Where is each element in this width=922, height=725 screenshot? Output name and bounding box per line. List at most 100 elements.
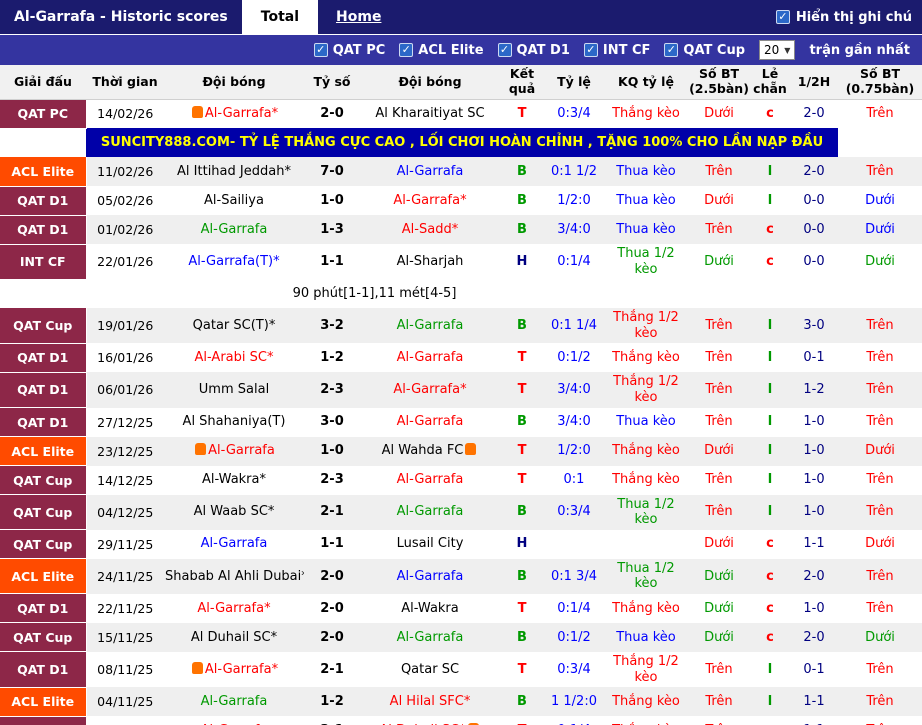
handicap-result	[604, 530, 688, 559]
match-row[interactable]: QAT D1 22/11/25 Al-Garrafa* 2-0 Al-Wakra T 0:1…	[0, 593, 922, 624]
home-team[interactable]: Al Shahaniya(T)	[164, 408, 304, 437]
away-team[interactable]: Al-Wakra	[360, 594, 500, 623]
over-under-2-5: Trên	[688, 716, 750, 725]
away-team[interactable]: Al-Garrafa	[360, 408, 500, 437]
home-team[interactable]: Shabab Al Ahli Dubai*	[164, 559, 304, 594]
home-team[interactable]: Al Duhail SC*	[164, 623, 304, 652]
home-team[interactable]: Al-Garrafa(T)*	[164, 244, 304, 279]
match-row[interactable]: QAT D1 16/01/26 Al-Arabi SC* 1-2 Al-Garrafa T…	[0, 343, 922, 373]
result-letter: B	[517, 317, 527, 333]
half-time-score: 1-0	[803, 414, 825, 430]
match-row[interactable]: QAT D1 06/01/26 Umm Salal 2-3 Al-Garrafa* T 3/…	[0, 372, 922, 409]
away-team[interactable]: Al Hilal SFC*	[360, 687, 500, 716]
ad-banner[interactable]: SUNCITY888.COM- TỶ LỆ THẮNG CỰC CAO , LỐ…	[86, 128, 838, 157]
away-team[interactable]: Al-Sharjah	[360, 244, 500, 279]
match-row[interactable]: QAT D1 08/11/25 Al-Garrafa* 2-1 Qatar SC T 0:3…	[0, 651, 922, 688]
league-badge: QAT D1	[0, 407, 87, 438]
match-row[interactable]: QAT PC 14/02/26 Al-Garrafa* 2-0 Al Kharaitiy…	[0, 99, 922, 129]
home-team[interactable]: Al-Garrafa	[164, 215, 304, 244]
match-row[interactable]: QAT Cup 04/12/25 Al Waab SC* 2-1 Al-Garrafa B…	[0, 494, 922, 531]
away-team[interactable]: Lusail City	[360, 530, 500, 559]
match-count-select[interactable]: 20 ▼	[759, 40, 796, 60]
tab-total[interactable]: Total	[242, 0, 319, 34]
handicap-result: Thua kèo	[616, 192, 676, 208]
tab-home[interactable]: Home	[318, 0, 399, 34]
match-row[interactable]: INT CF 22/01/26 Al-Garrafa(T)* 1-1 Al-Sharja…	[0, 244, 922, 280]
away-team[interactable]: Al-Garrafa*	[360, 372, 500, 407]
handicap-odds: 1 1/2:0	[551, 693, 597, 709]
filter-label: INT CF	[602, 42, 651, 58]
half-time-score: 0-1	[803, 661, 825, 677]
match-note: 90 phút[1-1],11 mét[4-5]	[292, 285, 457, 301]
match-row[interactable]: QAT Cup 15/11/25 Al Duhail SC* 2-0 Al-Garraf…	[0, 622, 922, 653]
away-team[interactable]: Al-Garrafa	[360, 495, 500, 530]
odd-even: l	[767, 414, 773, 430]
away-team[interactable]: Qatar SC	[360, 652, 500, 687]
home-team[interactable]: Al-Garrafa*	[164, 652, 304, 687]
match-row[interactable]: QAT Cup 14/12/25 Al-Wakra* 2-3 Al-Garrafa T 0:…	[0, 465, 922, 496]
team-name: Al-Garrafa	[200, 221, 268, 237]
home-team[interactable]: Al Ittihad Jeddah*	[164, 157, 304, 186]
away-team[interactable]: Al-Garrafa	[360, 466, 500, 495]
over-under-0-75: Trên	[866, 693, 894, 709]
match-date: 19/01/26	[97, 318, 154, 334]
odd-even: c	[766, 221, 774, 237]
away-team[interactable]: Al Duhail SC*	[360, 716, 500, 725]
match-row[interactable]: QAT D1 27/12/25 Al Shahaniya(T) 3-0 Al-Garra…	[0, 407, 922, 438]
filter-label: QAT D1	[516, 42, 570, 58]
team-name: Al-Sadd*	[401, 221, 459, 237]
home-team[interactable]: Al-Garrafa*	[164, 594, 304, 623]
home-team[interactable]: Al-Garrafa	[164, 687, 304, 716]
home-team[interactable]: Al-Garrafa	[164, 437, 304, 466]
home-team[interactable]: Al-Arabi SC*	[164, 343, 304, 372]
away-team[interactable]: Al-Garrafa*	[360, 186, 500, 215]
league-badge: QAT PC	[0, 99, 87, 129]
handicap-odds: 0:3/4	[557, 661, 591, 677]
filter-qat-d1[interactable]: ✓ QAT D1	[497, 42, 570, 58]
home-team[interactable]: Al-Garrafa	[164, 530, 304, 559]
away-team[interactable]: Al Wahda FC	[360, 437, 500, 466]
match-row[interactable]: QAT D1 01/02/26 Al-Garrafa 1-3 Al-Sadd* B 3/4:…	[0, 215, 922, 245]
team-name: Al Ittihad Jeddah*	[177, 163, 291, 179]
over-under-0-75: Trên	[866, 317, 894, 333]
away-team[interactable]: Al-Garrafa	[360, 157, 500, 186]
away-team[interactable]: Al-Garrafa	[360, 308, 500, 343]
match-row[interactable]: QAT D130/10/25Al-Garrafa3-1Al Duhail SC*…	[0, 716, 922, 725]
half-time-score: 2-0	[803, 629, 825, 645]
away-team[interactable]: Al Kharaitiyat SC	[360, 99, 500, 128]
show-notes-toggle[interactable]: ✓ Hiển thị ghi chú	[775, 0, 922, 34]
half-time-score: 2-0	[803, 568, 825, 584]
match-row[interactable]: QAT Cup 29/11/25 Al-Garrafa 1-1 Lusail City H…	[0, 529, 922, 560]
match-row[interactable]: QAT Cup 19/01/26 Qatar SC(T)* 3-2 Al-Garrafa…	[0, 308, 922, 344]
home-team[interactable]: Al-Garrafa*	[164, 99, 304, 128]
match-row[interactable]: ACL Elite 11/02/26 Al Ittihad Jeddah* 7-0 Al…	[0, 157, 922, 187]
home-team[interactable]: Al-Garrafa	[164, 716, 304, 725]
handicap-odds: 1/2:0	[557, 192, 591, 208]
match-row[interactable]: ACL Elite 24/11/25 Shabab Al Ahli Dubai* 2-…	[0, 558, 922, 595]
away-team[interactable]: Al-Garrafa	[360, 623, 500, 652]
match-row[interactable]: QAT D1 05/02/26 Al-Sailiya 1-0 Al-Garrafa* B 1…	[0, 186, 922, 216]
result-letter: B	[517, 192, 527, 208]
result-letter: B	[517, 221, 527, 237]
home-team[interactable]: Umm Salal	[164, 372, 304, 407]
match-row[interactable]: ACL Elite 04/11/25 Al-Garrafa 1-2 Al Hilal S…	[0, 687, 922, 717]
home-team[interactable]: Al-Wakra*	[164, 466, 304, 495]
checkbox-checked-icon: ✓	[497, 43, 512, 57]
match-row[interactable]: ACL Elite 23/12/25 Al-Garrafa 1-0 Al Wahda F…	[0, 436, 922, 467]
over-under-0-75: Trên	[866, 472, 894, 488]
filter-acl-elite[interactable]: ✓ ACL Elite	[399, 43, 484, 58]
odd-even: l	[767, 163, 773, 179]
away-team[interactable]: Al-Sadd*	[360, 215, 500, 244]
filter-qat-pc[interactable]: ✓ QAT PC	[313, 43, 385, 58]
away-team[interactable]: Al-Garrafa	[360, 559, 500, 594]
team-name: Al Hilal SFC*	[389, 693, 471, 709]
half-time-score: 2-0	[803, 163, 825, 179]
home-team[interactable]: Al Waab SC*	[164, 495, 304, 530]
over-under-0-75: Trên	[866, 382, 894, 398]
filter-int-cf[interactable]: ✓ INT CF	[583, 42, 651, 58]
filter-qat-cup[interactable]: ✓ QAT Cup	[664, 43, 745, 58]
home-team[interactable]: Al-Sailiya	[164, 186, 304, 215]
filterbar: ✓ QAT PC ✓ ACL Elite ✓ QAT D1 ✓ INT CF ✓ QAT Cup …	[0, 35, 922, 65]
away-team[interactable]: Al-Garrafa	[360, 343, 500, 372]
home-team[interactable]: Qatar SC(T)*	[164, 308, 304, 343]
